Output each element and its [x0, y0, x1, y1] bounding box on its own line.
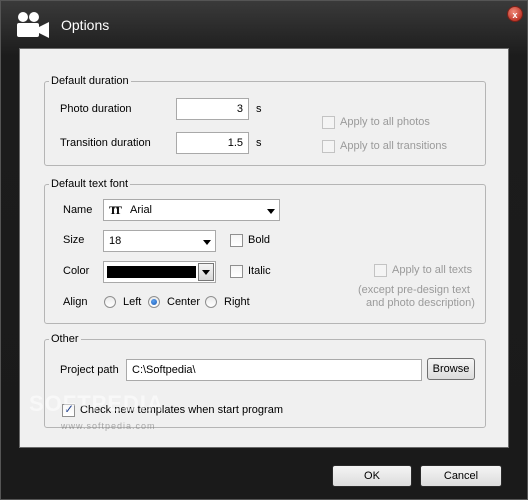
default-duration-legend: Default duration	[49, 75, 131, 88]
chevron-down-icon	[203, 240, 211, 245]
align-center-label: Center	[167, 296, 201, 308]
apply-all-texts-checkbox[interactable]	[374, 264, 387, 277]
default-text-font-legend: Default text font	[49, 178, 131, 191]
apply-texts-note-line1: (except pre-design text	[358, 284, 470, 296]
chevron-down-icon	[267, 209, 275, 214]
font-color-picker[interactable]	[103, 261, 216, 283]
title-bar[interactable]: Options x	[1, 1, 528, 49]
font-size-label: Size	[63, 234, 85, 246]
apply-texts-note-line2: and photo description)	[366, 297, 475, 309]
close-icon[interactable]: x	[507, 6, 523, 22]
color-swatch	[107, 266, 196, 278]
truetype-font-icon: TT	[109, 203, 122, 217]
project-path-label: Project path	[60, 364, 119, 376]
apply-all-photos-label: Apply to all photos	[340, 116, 430, 128]
align-label: Align	[63, 296, 88, 308]
italic-label: Italic	[248, 265, 271, 277]
transition-duration-input[interactable]: 1.5	[176, 132, 249, 154]
photo-duration-label: Photo duration	[60, 103, 132, 115]
transition-duration-unit: s	[256, 137, 262, 149]
bold-checkbox[interactable]	[230, 234, 243, 247]
bold-label: Bold	[248, 234, 271, 246]
align-right-radio[interactable]	[205, 296, 217, 308]
softpedia-watermark: SOFTPEDIA	[29, 391, 164, 416]
align-right-label: Right	[224, 296, 250, 308]
align-left-label: Left	[123, 296, 142, 308]
softpedia-watermark-url: www.softpedia.com	[61, 421, 156, 431]
apply-all-photos-checkbox[interactable]	[322, 116, 335, 129]
project-path-input[interactable]: C:\Softpedia\	[126, 359, 422, 381]
window-title: Options	[61, 17, 110, 33]
align-left-radio[interactable]	[104, 296, 116, 308]
font-name-value: Arial	[130, 204, 153, 216]
font-name-select[interactable]: TT Arial	[103, 199, 280, 221]
default-text-font-group: Default text font Name TT Arial Size 18 …	[44, 178, 486, 324]
chevron-down-icon	[202, 270, 210, 275]
ok-button[interactable]: OK	[332, 465, 412, 487]
photo-duration-input[interactable]: 3	[176, 98, 249, 120]
other-legend: Other	[49, 333, 81, 346]
apply-all-transitions-checkbox[interactable]	[322, 140, 335, 153]
options-panel: Default duration Photo duration 3 s Tran…	[19, 48, 509, 448]
photo-duration-unit: s	[256, 103, 262, 115]
apply-all-transitions-label: Apply to all transitions	[340, 140, 447, 152]
italic-checkbox[interactable]	[230, 265, 243, 278]
cancel-button[interactable]: Cancel	[420, 465, 502, 487]
font-size-value: 18	[109, 235, 122, 247]
transition-duration-label: Transition duration	[60, 137, 151, 149]
default-duration-group: Default duration Photo duration 3 s Tran…	[44, 75, 486, 166]
options-window: Options x Default duration Photo duratio…	[0, 0, 528, 500]
browse-button[interactable]: Browse	[427, 358, 475, 380]
apply-all-texts-label: Apply to all texts	[392, 264, 473, 276]
font-color-label: Color	[63, 265, 90, 277]
color-dropdown-button[interactable]	[198, 263, 214, 281]
font-size-select[interactable]: 18	[103, 230, 216, 252]
font-name-label: Name	[63, 204, 93, 216]
video-camera-icon	[17, 12, 49, 38]
align-center-radio[interactable]	[148, 296, 160, 308]
